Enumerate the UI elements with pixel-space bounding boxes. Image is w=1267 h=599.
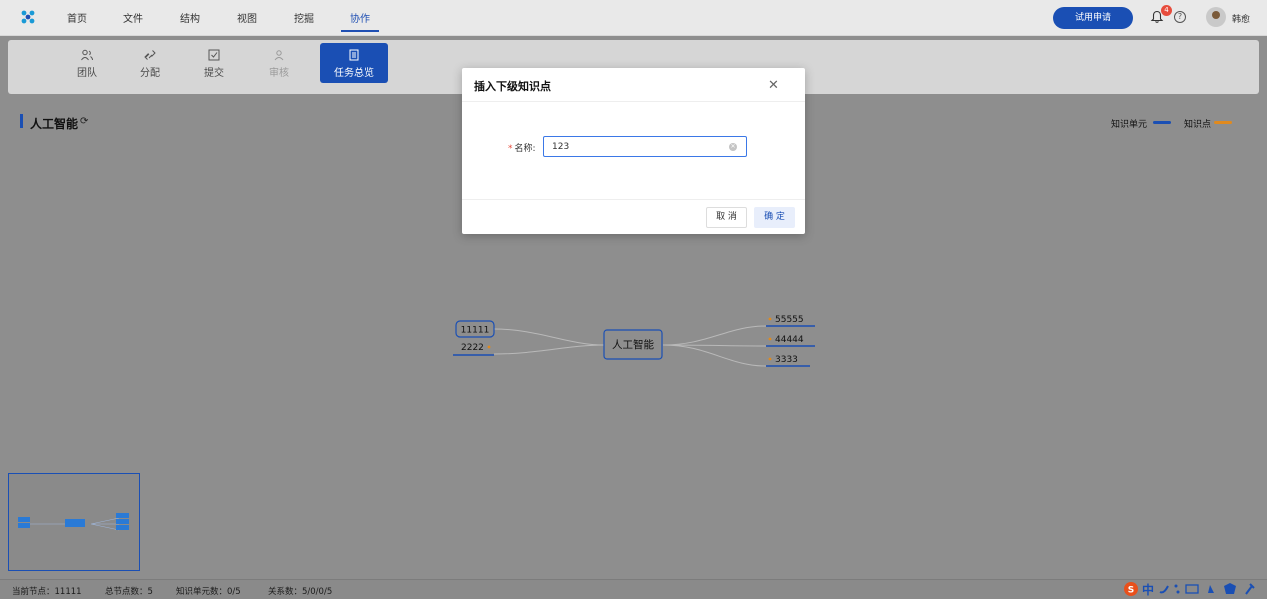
nav-view[interactable]: 视图	[237, 10, 257, 25]
edge-center-55555	[662, 325, 767, 346]
submit-icon	[207, 49, 221, 61]
top-nav: 首页 文件 结构 视图 挖掘 协作 试用申请 4 ? 韩愈	[0, 0, 1267, 36]
svg-text:S: S	[1128, 586, 1134, 596]
point-dot	[768, 317, 772, 321]
nav-file[interactable]: 文件	[123, 10, 143, 25]
node-right-3333-label: 3333	[775, 355, 798, 365]
team-icon	[80, 49, 94, 61]
node-right-3333[interactable]: 3333	[766, 355, 810, 367]
point-dot	[768, 357, 772, 361]
edge-center-11111	[493, 328, 605, 346]
tool-review-label: 审核	[269, 68, 289, 79]
person-icon	[1208, 585, 1214, 593]
nav-collaboration[interactable]: 协作	[350, 10, 370, 25]
keyboard-icon	[1185, 584, 1199, 594]
tool-task-overview-label: 任务总览	[334, 68, 374, 79]
trial-apply-button[interactable]: 试用申请	[1053, 7, 1133, 29]
point-dot	[768, 337, 772, 341]
moon-icon	[1159, 585, 1169, 594]
tool-review[interactable]: 审核	[248, 43, 310, 83]
clear-icon[interactable]: ✕	[729, 143, 737, 151]
node-right-44444[interactable]: 44444	[766, 335, 815, 347]
node-right-55555[interactable]: 55555	[766, 315, 815, 327]
edge-center-2222	[493, 344, 605, 355]
edge-center-3333	[662, 344, 767, 367]
cancel-button[interactable]: 取 消	[706, 207, 747, 228]
node-left-2222-label: 2222	[461, 343, 484, 353]
name-field-label: * 名称:	[508, 144, 536, 154]
status-bar: 当前节点：11111 总节点数：5 知识单元数：0/5 关系数：5/0/0/5	[0, 579, 1267, 599]
ime-toolbar[interactable]: S 中	[1122, 580, 1262, 598]
node-center-label: 人工智能	[612, 338, 654, 351]
task-overview-icon	[347, 49, 361, 61]
tool-task-overview[interactable]: 任务总览	[320, 43, 388, 83]
point-dot	[487, 345, 491, 349]
nav-home[interactable]: 首页	[67, 10, 87, 25]
node-right-44444-label: 44444	[775, 335, 804, 345]
shirt-icon	[1224, 583, 1236, 594]
nav-active-indicator	[341, 30, 379, 32]
nav-structure[interactable]: 结构	[180, 10, 200, 25]
notification-badge: 4	[1161, 5, 1172, 16]
node-left-2222[interactable]: 2222	[453, 343, 494, 356]
assign-icon	[143, 49, 157, 61]
avatar[interactable]	[1206, 7, 1226, 27]
name-input[interactable]	[543, 136, 747, 157]
wrench-icon	[1245, 583, 1255, 595]
tool-assign[interactable]: 分配	[119, 43, 181, 83]
confirm-button[interactable]: 确 定	[754, 207, 795, 228]
node-left-11111[interactable]: 11111	[455, 320, 495, 338]
insert-child-point-modal: 插入下级知识点 ✕ *名称: ✕ 取 消 确 定	[462, 68, 805, 234]
node-center[interactable]: 人工智能	[603, 329, 663, 360]
tool-submit-label: 提交	[204, 68, 224, 79]
close-icon[interactable]: ✕	[768, 78, 779, 93]
status-current-node: 当前节点：11111	[12, 587, 82, 597]
tool-team-label: 团队	[77, 68, 97, 79]
modal-title: 插入下级知识点	[474, 80, 551, 93]
modal-footer-divider	[462, 199, 805, 200]
status-relations: 关系数：5/0/0/5	[268, 587, 333, 597]
minimap-preview	[18, 513, 129, 531]
review-icon	[272, 49, 286, 61]
tool-assign-label: 分配	[140, 68, 160, 79]
app-logo-icon[interactable]	[20, 9, 36, 25]
tool-team[interactable]: 团队	[56, 43, 118, 83]
status-knowledge-units: 知识单元数：0/5	[176, 587, 241, 597]
svg-text:中: 中	[1142, 582, 1154, 597]
status-total-nodes: 总节点数：5	[105, 587, 153, 597]
node-right-55555-label: 55555	[775, 315, 804, 325]
modal-divider	[462, 101, 805, 102]
username[interactable]: 韩愈	[1232, 12, 1250, 25]
minimap[interactable]	[8, 473, 140, 571]
tool-submit[interactable]: 提交	[183, 43, 245, 83]
nav-mining[interactable]: 挖掘	[294, 10, 314, 25]
help-icon[interactable]: ?	[1174, 11, 1186, 23]
node-left-11111-label: 11111	[461, 326, 490, 336]
